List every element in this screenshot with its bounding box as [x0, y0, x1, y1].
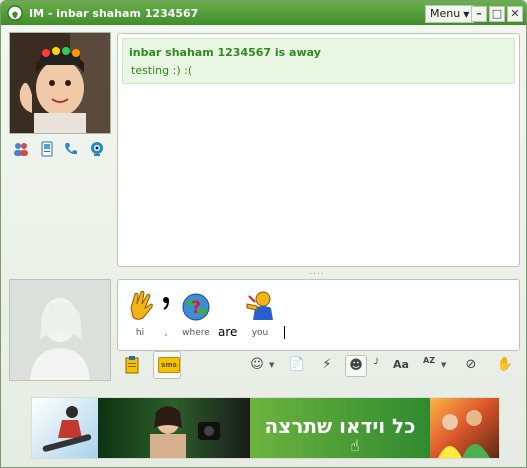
im-window: IM - inbar shaham 1234567 Menu ▼ – □ ✕ i…	[0, 0, 527, 468]
default-avatar-icon	[10, 280, 110, 380]
maximize-button[interactable]: □	[489, 6, 505, 22]
chevron-down-icon: ▼	[463, 10, 470, 19]
conversation-area: inbar shaham 1234567 is away testing :) …	[1, 25, 526, 467]
compose-box[interactable]: hi , ? where are you	[117, 279, 520, 351]
close-button[interactable]: ✕	[507, 6, 523, 22]
sms-button[interactable]: sms	[153, 351, 181, 379]
spell-check-icon[interactable]: AZ	[419, 355, 439, 375]
comma-icon	[163, 297, 169, 310]
attach-button[interactable]	[119, 352, 145, 378]
spell-dropdown-icon[interactable]: ▼	[441, 361, 446, 369]
contact-actions	[13, 141, 109, 159]
smiley-dropdown-icon[interactable]: ▼	[269, 361, 274, 369]
text-cursor	[284, 326, 285, 339]
ad-banner-text: כל וידאו שתרצה	[250, 398, 430, 458]
document-icon[interactable]: 📄	[287, 355, 307, 375]
profile-card-icon[interactable]	[39, 141, 55, 157]
crowd-icon	[438, 410, 490, 458]
menu-label: Menu	[430, 7, 461, 20]
contacts-icon[interactable]	[13, 141, 29, 157]
my-avatar[interactable]	[9, 279, 111, 381]
video-ad-image	[98, 398, 250, 458]
emoticon-active-icon[interactable]: ☻	[345, 355, 367, 377]
clipboard-icon	[125, 356, 139, 374]
sms-icon: sms	[158, 357, 180, 373]
svg-text:?: ?	[191, 298, 201, 318]
contact-photo-image	[10, 33, 110, 133]
pane-splitter[interactable]: ....	[307, 268, 327, 277]
pointing-person-icon	[246, 291, 273, 320]
brush-icon[interactable]: ╯	[367, 355, 387, 375]
people-photo-icon	[150, 406, 220, 458]
globe-question-icon: ?	[182, 293, 210, 321]
left-toolbar: sms	[117, 351, 189, 379]
contact-avatar[interactable]	[9, 32, 111, 134]
status-message: testing :) :(	[131, 64, 193, 77]
status-title: inbar shaham 1234567 is away	[129, 46, 321, 59]
font-icon[interactable]: Aa	[391, 355, 411, 375]
minimize-button[interactable]: –	[471, 6, 487, 22]
menu-button[interactable]: Menu ▼	[425, 5, 475, 23]
title-bar[interactable]: IM - inbar shaham 1234567 Menu ▼ – □ ✕	[1, 1, 526, 25]
formatting-toolbar: ☺ ▼ 📄 ⚡ ☻ ╯ Aa AZ ▼ ⊘ ✋	[247, 351, 519, 379]
games-icon[interactable]: ✋	[495, 355, 515, 375]
block-icon[interactable]: ⊘	[461, 355, 481, 375]
status-notification: inbar shaham 1234567 is away testing :) …	[122, 38, 515, 84]
snowboard-image	[32, 398, 98, 458]
snowboarder-icon	[42, 406, 92, 452]
im-app-icon	[7, 5, 23, 21]
webcam-icon[interactable]	[89, 141, 105, 157]
lightning-icon[interactable]: ⚡	[317, 355, 337, 375]
window-title: IM - inbar shaham 1234567	[29, 7, 199, 20]
smiley-icon[interactable]: ☺	[247, 355, 267, 375]
phone-icon[interactable]	[63, 141, 79, 157]
crowd-image	[430, 398, 499, 458]
typed-word: are	[218, 325, 238, 339]
emote-where-label: where	[182, 328, 210, 338]
hand-cursor-icon: ☝	[350, 436, 360, 455]
message-history[interactable]: inbar shaham 1234567 is away testing :) …	[117, 33, 520, 267]
emote-where: ? where	[176, 290, 216, 338]
emote-you-label: you	[251, 328, 269, 338]
emote-you: you	[240, 290, 280, 338]
ad-banner[interactable]: כל וידאו שתרצה ☝	[31, 397, 500, 459]
